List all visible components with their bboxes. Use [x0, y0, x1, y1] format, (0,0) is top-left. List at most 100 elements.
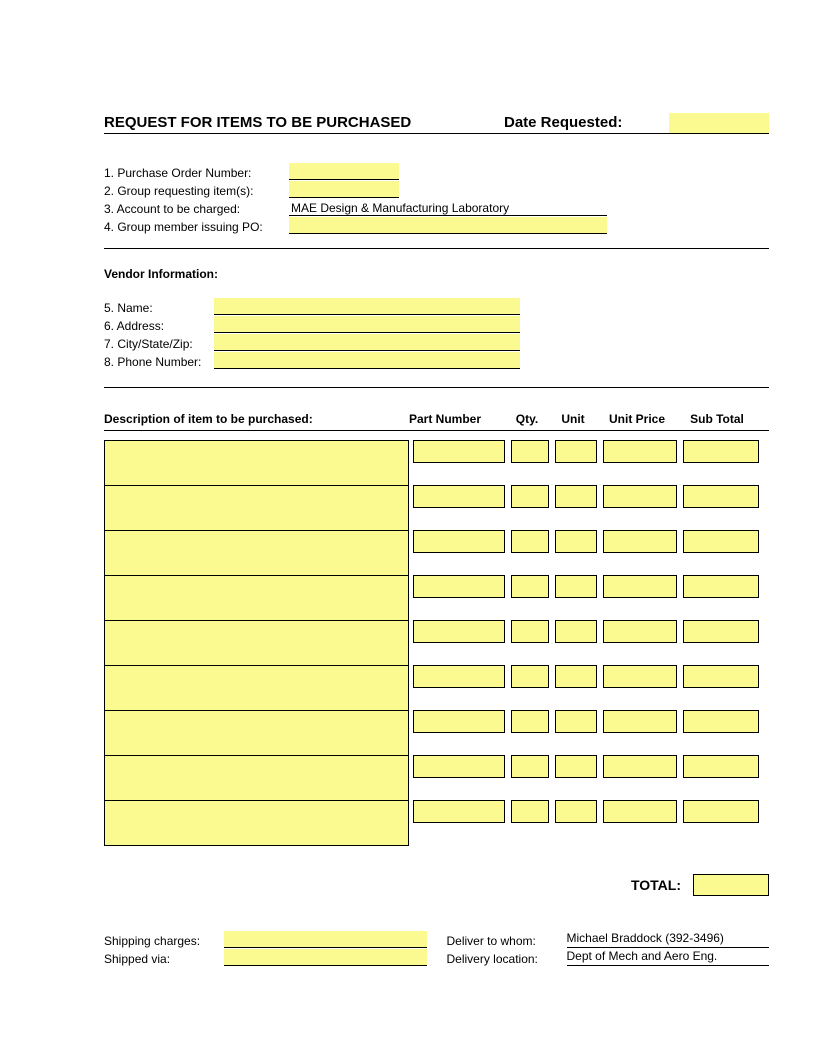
vendor-name-label: 5. Name: — [104, 301, 214, 315]
price-cell[interactable] — [603, 755, 677, 778]
description-cell[interactable] — [104, 665, 409, 711]
part-cell[interactable] — [413, 755, 505, 778]
deliver-to-label: Deliver to whom: — [447, 934, 567, 948]
unit-cell[interactable] — [555, 710, 597, 733]
qty-cell[interactable] — [511, 755, 549, 778]
page-title: REQUEST FOR ITEMS TO BE PURCHASED — [104, 114, 504, 133]
qty-cell[interactable] — [511, 440, 549, 463]
unit-cell[interactable] — [555, 440, 597, 463]
header-sub: Sub Total — [677, 412, 757, 426]
vendor-phone-label: 8. Phone Number: — [104, 355, 214, 369]
unit-cell[interactable] — [555, 575, 597, 598]
vendor-phone-field[interactable] — [214, 352, 520, 369]
account-field[interactable]: MAE Design & Manufacturing Laboratory — [289, 201, 509, 215]
sub-cell[interactable] — [683, 755, 759, 778]
unit-cell[interactable] — [555, 485, 597, 508]
qty-cell[interactable] — [511, 575, 549, 598]
deliver-to-field[interactable]: Michael Braddock (392-3496) — [567, 931, 770, 948]
shipping-charges-label: Shipping charges: — [104, 934, 224, 948]
price-cell[interactable] — [603, 530, 677, 553]
part-cell[interactable] — [413, 530, 505, 553]
date-requested-label: Date Requested: — [504, 114, 669, 133]
price-cell[interactable] — [603, 575, 677, 598]
table-row — [104, 621, 769, 666]
description-cell[interactable] — [104, 800, 409, 846]
header-part: Part Number — [409, 412, 505, 426]
price-cell[interactable] — [603, 800, 677, 823]
part-cell[interactable] — [413, 440, 505, 463]
table-row — [104, 486, 769, 531]
vendor-address-label: 6. Address: — [104, 319, 214, 333]
table-row — [104, 756, 769, 801]
unit-cell[interactable] — [555, 665, 597, 688]
delivery-location-field[interactable]: Dept of Mech and Aero Eng. — [567, 949, 770, 966]
sub-cell[interactable] — [683, 665, 759, 688]
sub-cell[interactable] — [683, 530, 759, 553]
unit-cell[interactable] — [555, 755, 597, 778]
part-cell[interactable] — [413, 710, 505, 733]
shipped-via-field[interactable] — [224, 949, 427, 966]
qty-cell[interactable] — [511, 620, 549, 643]
po-number-field[interactable] — [289, 163, 399, 180]
sub-cell[interactable] — [683, 710, 759, 733]
part-cell[interactable] — [413, 485, 505, 508]
vendor-csz-label: 7. City/State/Zip: — [104, 337, 214, 351]
description-cell[interactable] — [104, 440, 409, 486]
price-cell[interactable] — [603, 665, 677, 688]
qty-cell[interactable] — [511, 665, 549, 688]
header-description: Description of item to be purchased: — [104, 412, 409, 426]
vendor-address-field[interactable] — [214, 316, 520, 333]
sub-cell[interactable] — [683, 575, 759, 598]
items-header: Description of item to be purchased: Par… — [104, 412, 769, 431]
description-cell[interactable] — [104, 710, 409, 756]
delivery-location-label: Delivery location: — [447, 952, 567, 966]
total-field[interactable] — [693, 874, 769, 896]
description-cell[interactable] — [104, 620, 409, 666]
vendor-csz-field[interactable] — [214, 334, 520, 351]
member-issuing-label: 4. Group member issuing PO: — [104, 220, 289, 234]
header-qty: Qty. — [505, 412, 549, 426]
po-number-label: 1. Purchase Order Number: — [104, 166, 289, 180]
shipping-charges-field[interactable] — [224, 931, 427, 948]
price-cell[interactable] — [603, 620, 677, 643]
sub-cell[interactable] — [683, 620, 759, 643]
sub-cell[interactable] — [683, 440, 759, 463]
group-requesting-field[interactable] — [289, 181, 399, 198]
sub-cell[interactable] — [683, 800, 759, 823]
part-cell[interactable] — [413, 620, 505, 643]
description-cell[interactable] — [104, 485, 409, 531]
vendor-fields: 5. Name: 6. Address: 7. City/State/Zip: … — [104, 297, 769, 369]
description-cell[interactable] — [104, 755, 409, 801]
unit-cell[interactable] — [555, 620, 597, 643]
price-cell[interactable] — [603, 710, 677, 733]
vendor-name-field[interactable] — [214, 298, 520, 315]
part-cell[interactable] — [413, 800, 505, 823]
shipped-via-label: Shipped via: — [104, 952, 224, 966]
po-fields: 1. Purchase Order Number: 2. Group reque… — [104, 162, 769, 234]
table-row — [104, 576, 769, 621]
divider — [104, 248, 769, 249]
qty-cell[interactable] — [511, 530, 549, 553]
table-row — [104, 801, 769, 846]
sub-cell[interactable] — [683, 485, 759, 508]
qty-cell[interactable] — [511, 710, 549, 733]
part-cell[interactable] — [413, 665, 505, 688]
description-cell[interactable] — [104, 575, 409, 621]
description-cell[interactable] — [104, 530, 409, 576]
total-label: TOTAL: — [631, 877, 681, 893]
price-cell[interactable] — [603, 485, 677, 508]
header-price: Unit Price — [597, 412, 677, 426]
part-cell[interactable] — [413, 575, 505, 598]
group-requesting-label: 2. Group requesting item(s): — [104, 184, 289, 198]
price-cell[interactable] — [603, 440, 677, 463]
account-label: 3. Account to be charged: — [104, 202, 289, 216]
member-issuing-field[interactable] — [289, 217, 607, 234]
qty-cell[interactable] — [511, 800, 549, 823]
vendor-section-title: Vendor Information: — [104, 267, 769, 281]
items-body — [104, 441, 769, 846]
unit-cell[interactable] — [555, 800, 597, 823]
qty-cell[interactable] — [511, 485, 549, 508]
date-requested-field[interactable] — [669, 113, 769, 133]
footer: Shipping charges: Shipped via: Deliver t… — [104, 930, 769, 966]
unit-cell[interactable] — [555, 530, 597, 553]
